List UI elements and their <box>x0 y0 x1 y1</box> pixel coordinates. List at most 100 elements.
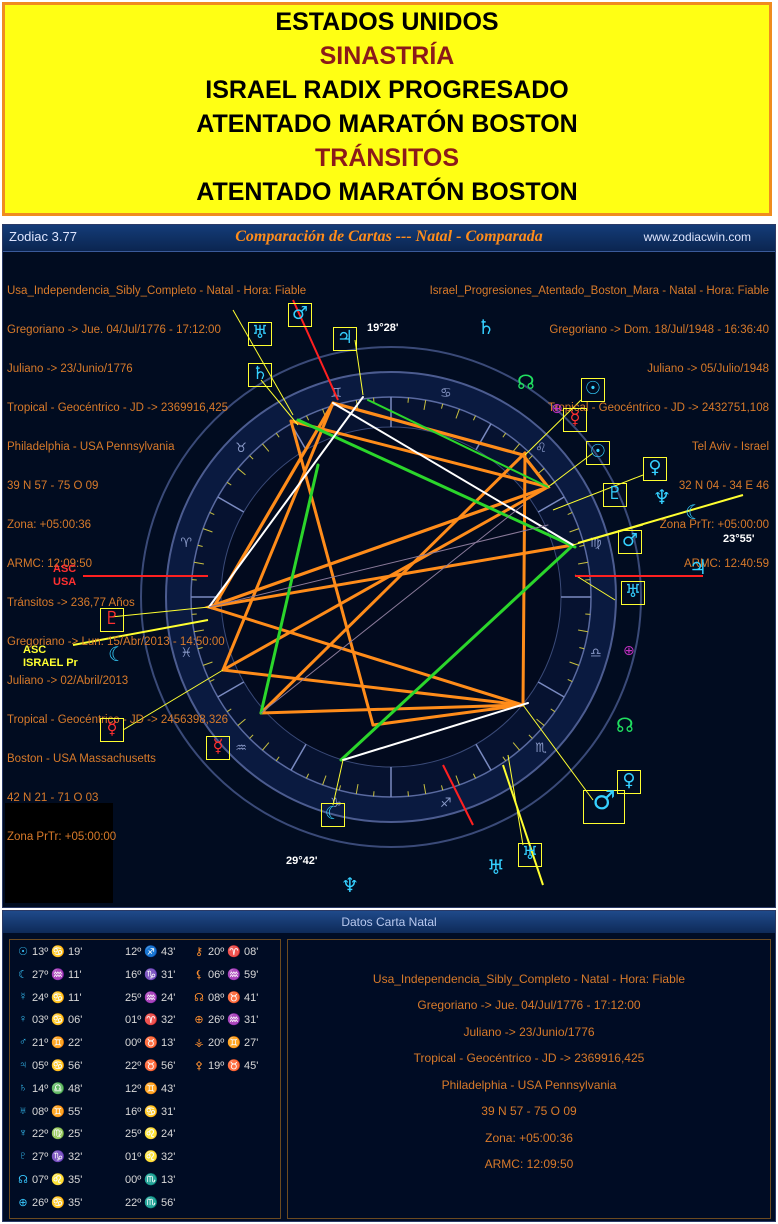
uranus-icon[interactable]: ♅ <box>487 855 505 879</box>
moon-icon[interactable]: ☾ <box>321 803 345 827</box>
sun-icon: ☉ <box>18 946 28 958</box>
north-node-icon: ☊ <box>18 1174 28 1186</box>
pluto-icon[interactable]: ♇ <box>100 608 124 632</box>
planet-row: ☉ 13º ♋ 19' 12º ♐ 43' ⚷ 20º ♈ 08' <box>10 942 280 963</box>
planet-position: 26º ♋ 35' <box>32 1196 83 1209</box>
natal-info-block: Usa_Independencia_Sibly_Completo - Natal… <box>287 939 771 1219</box>
zodiac-sign-glyph: ♎ <box>590 646 602 661</box>
chart-window: Zodiac 3.77 Comparación de Cartas --- Na… <box>2 224 776 908</box>
info-line: Tropical - Geocéntrico - JD -> 2369916,4… <box>7 402 229 414</box>
title-banner: ESTADOS UNIDOS SINASTRÍA ISRAEL RADIX PR… <box>2 2 772 216</box>
node-icon: ☊ <box>194 991 204 1004</box>
banner-line-4: ATENTADO MARATÓN BOSTON <box>196 110 578 138</box>
point-position: 20º ♈ 08' <box>208 946 259 958</box>
uranus-icon[interactable]: ♅ <box>518 843 542 867</box>
info-line: Boston - USA Massachusetts <box>7 753 156 765</box>
planet-position: 27º ♒ 11' <box>32 968 82 981</box>
natal-line: Juliano -> 23/Junio/1776 <box>463 1025 595 1039</box>
mercury-icon: ☿ <box>18 990 28 1003</box>
planet-position: 07º ♌ 35' <box>32 1174 83 1186</box>
natal-line: Gregoriano -> Jue. 04/Jul/1776 - 17:12:0… <box>417 998 641 1012</box>
info-line: 42 N 21 - 71 O 03 <box>7 792 99 804</box>
natal-line: Usa_Independencia_Sibly_Completo - Natal… <box>372 972 686 986</box>
info-line: Zona: +05:00:36 <box>7 519 92 531</box>
asc-israel-line: ISRAEL Pr <box>23 657 78 669</box>
natal-line: Tropical - Geocéntrico - JD -> 2369916,4… <box>413 1051 645 1065</box>
info-line: Tropical - Geocéntrico - JD -> 2432751,1… <box>547 402 769 414</box>
jupiter-icon[interactable]: ♃ <box>689 555 707 579</box>
asc-usa-label: ASC USA <box>53 563 76 589</box>
planet-row: ♂ 21º ♊ 22' 00º ♉ 13' ⚶ 20º ♊ 27' <box>10 1033 280 1054</box>
moon-icon: ☾ <box>18 968 28 981</box>
planet-position: 03º ♋ 06' <box>32 1014 83 1027</box>
info-line: 39 N 57 - 75 O 09 <box>7 480 99 492</box>
banner-line-2: SINASTRÍA <box>319 42 455 70</box>
mars-icon[interactable]: ♂ <box>618 530 642 554</box>
planet-position: 13º ♋ 19' <box>32 946 83 958</box>
banner-line-3: ISRAEL RADIX PROGRESADO <box>205 76 569 104</box>
neptune-icon: ♆ <box>18 1127 28 1140</box>
sun-icon[interactable]: ☉ <box>581 378 605 402</box>
moon-degree-right: 23°55' <box>723 533 755 545</box>
planet-row: ☊ 07º ♌ 35' 00º ♏ 13' <box>10 1170 280 1191</box>
part-fortune-icon[interactable]: ⊕ <box>623 643 635 659</box>
planet-row: ♆ 22º ♍ 25' 25º ♌ 24' <box>10 1124 280 1145</box>
panel-header: Datos Carta Natal <box>3 911 775 933</box>
point-position: 06º ♒ 59' <box>208 968 259 981</box>
pluto-icon[interactable]: ♇ <box>603 483 627 507</box>
point-position: 19º ♉ 45' <box>208 1060 259 1072</box>
planet-position: 05º ♋ 56' <box>32 1060 83 1072</box>
planet-position: 21º ♊ 22' <box>32 1037 83 1050</box>
north-node-icon[interactable]: ☊ <box>616 713 634 737</box>
planet-position: 14º ♎ 48' <box>32 1082 83 1095</box>
uranus-icon[interactable]: ♅ <box>621 581 645 605</box>
planet-row: ♇ 27º ♑ 32' 01º ♌ 32' <box>10 1147 280 1168</box>
planet-row: ☾ 27º ♒ 11' 16º ♑ 31' ⚸ 06º ♒ 59' <box>10 965 280 986</box>
part-fortune-icon[interactable]: ⊕ <box>551 401 563 417</box>
planet-position: 27º ♑ 32' <box>32 1151 83 1164</box>
moon-icon[interactable]: ☾ <box>685 500 703 524</box>
asc-usa-line: ASC <box>53 563 77 575</box>
house-cusp: 16º ♋ 31' <box>125 1105 176 1118</box>
house-cusp: 00º ♉ 13' <box>125 1037 176 1050</box>
mars-icon[interactable]: ♂ <box>288 303 312 327</box>
planet-row: ♄ 14º ♎ 48' 12º ♊ 43' <box>10 1079 280 1100</box>
point-position: 08º ♉ 41' <box>208 991 259 1004</box>
house-cusp: 25º ♌ 24' <box>125 1128 176 1141</box>
banner-line-1: ESTADOS UNIDOS <box>275 8 499 36</box>
house-cusp: 01º ♈ 32' <box>125 1014 176 1027</box>
info-line: Tránsitos -> 236,77 Años <box>7 597 135 609</box>
north-node-icon[interactable]: ☊ <box>517 370 535 394</box>
uranus-icon[interactable]: ♅ <box>248 322 272 346</box>
jupiter-icon[interactable]: ♃ <box>333 327 357 351</box>
planet-row: ♃ 05º ♋ 56' 22º ♉ 56' ⚴ 19º ♉ 45' <box>10 1056 280 1077</box>
natal-line: Zona: +05:00:36 <box>485 1131 573 1145</box>
info-line: Zona PrTr: +05:00:00 <box>7 831 117 843</box>
saturn-icon[interactable]: ♄ <box>477 315 495 339</box>
saturn-icon[interactable]: ♄ <box>248 363 272 387</box>
asc-usa-line: USA <box>53 576 77 588</box>
planet-position: 08º ♊ 55' <box>32 1105 83 1118</box>
mercury-icon[interactable]: ☿ <box>206 736 230 760</box>
venus-icon[interactable]: ♀ <box>643 457 667 481</box>
planet-row: ♅ 08º ♊ 55' 16º ♋ 31' <box>10 1102 280 1123</box>
moon-icon[interactable]: ☾ <box>108 642 126 666</box>
moon-degree-bottom: 29°42' <box>286 855 318 867</box>
chiron-icon: ⚷ <box>194 946 204 958</box>
info-line: Zona PrTr: +05:00:00 <box>659 519 769 531</box>
planet-row: ☿ 24º ♋ 11' 25º ♒ 24' ☊ 08º ♉ 41' <box>10 988 280 1009</box>
asc-israel-line: ASC <box>23 644 47 656</box>
neptune-icon[interactable]: ♆ <box>653 485 671 509</box>
point-position: 26º ♒ 31' <box>208 1014 259 1027</box>
fortune-icon: ⊕ <box>194 1014 204 1027</box>
mercury-icon[interactable]: ☿ <box>563 408 587 432</box>
uranus-icon: ♅ <box>18 1104 28 1117</box>
mercury-icon[interactable]: ☿ <box>100 718 124 742</box>
info-line: ARMC: 12:40:59 <box>683 558 769 570</box>
part-fortune-icon: ⊕ <box>18 1196 28 1209</box>
mars-icon[interactable]: ♂ <box>583 788 625 824</box>
moon-degree-top: 19°28' <box>367 322 399 334</box>
sun-icon[interactable]: ☉ <box>586 441 610 465</box>
neptune-icon[interactable]: ♆ <box>341 873 359 897</box>
natal-data-panel: Datos Carta Natal ☉ 13º ♋ 19' 12º ♐ 43' ⚷ 20… <box>2 910 776 1222</box>
